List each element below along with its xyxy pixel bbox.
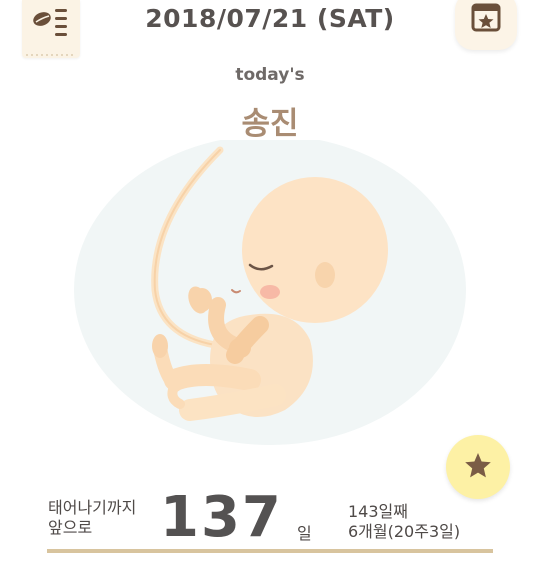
days-unit: 일 xyxy=(297,524,312,543)
memo-button[interactable] xyxy=(22,0,80,58)
until-birth-line2: 앞으로 xyxy=(48,518,93,537)
until-birth-line1: 태어나기까지 xyxy=(48,498,137,517)
month-week: 6개월(20주3일) xyxy=(348,522,461,541)
countdown-panel: 태어나기까지 앞으로 137 일 143일째 6개월(20주3일) xyxy=(0,485,540,558)
until-birth-label: 태어나기까지 앞으로 xyxy=(48,498,158,538)
current-date[interactable]: 2018/07/21 (SAT) xyxy=(120,4,420,33)
divider xyxy=(47,549,493,553)
top-bar: 2018/07/21 (SAT) xyxy=(0,0,540,58)
star-icon xyxy=(465,453,491,478)
memo-list-icon xyxy=(26,9,76,56)
calendar-button[interactable] xyxy=(455,0,517,50)
baby-name: 송진 xyxy=(241,106,299,142)
calendar-star-icon xyxy=(471,3,501,32)
fetus-illustration xyxy=(74,140,466,445)
today-subtitle: today's xyxy=(235,65,305,85)
days-remaining: 137 xyxy=(160,485,283,550)
